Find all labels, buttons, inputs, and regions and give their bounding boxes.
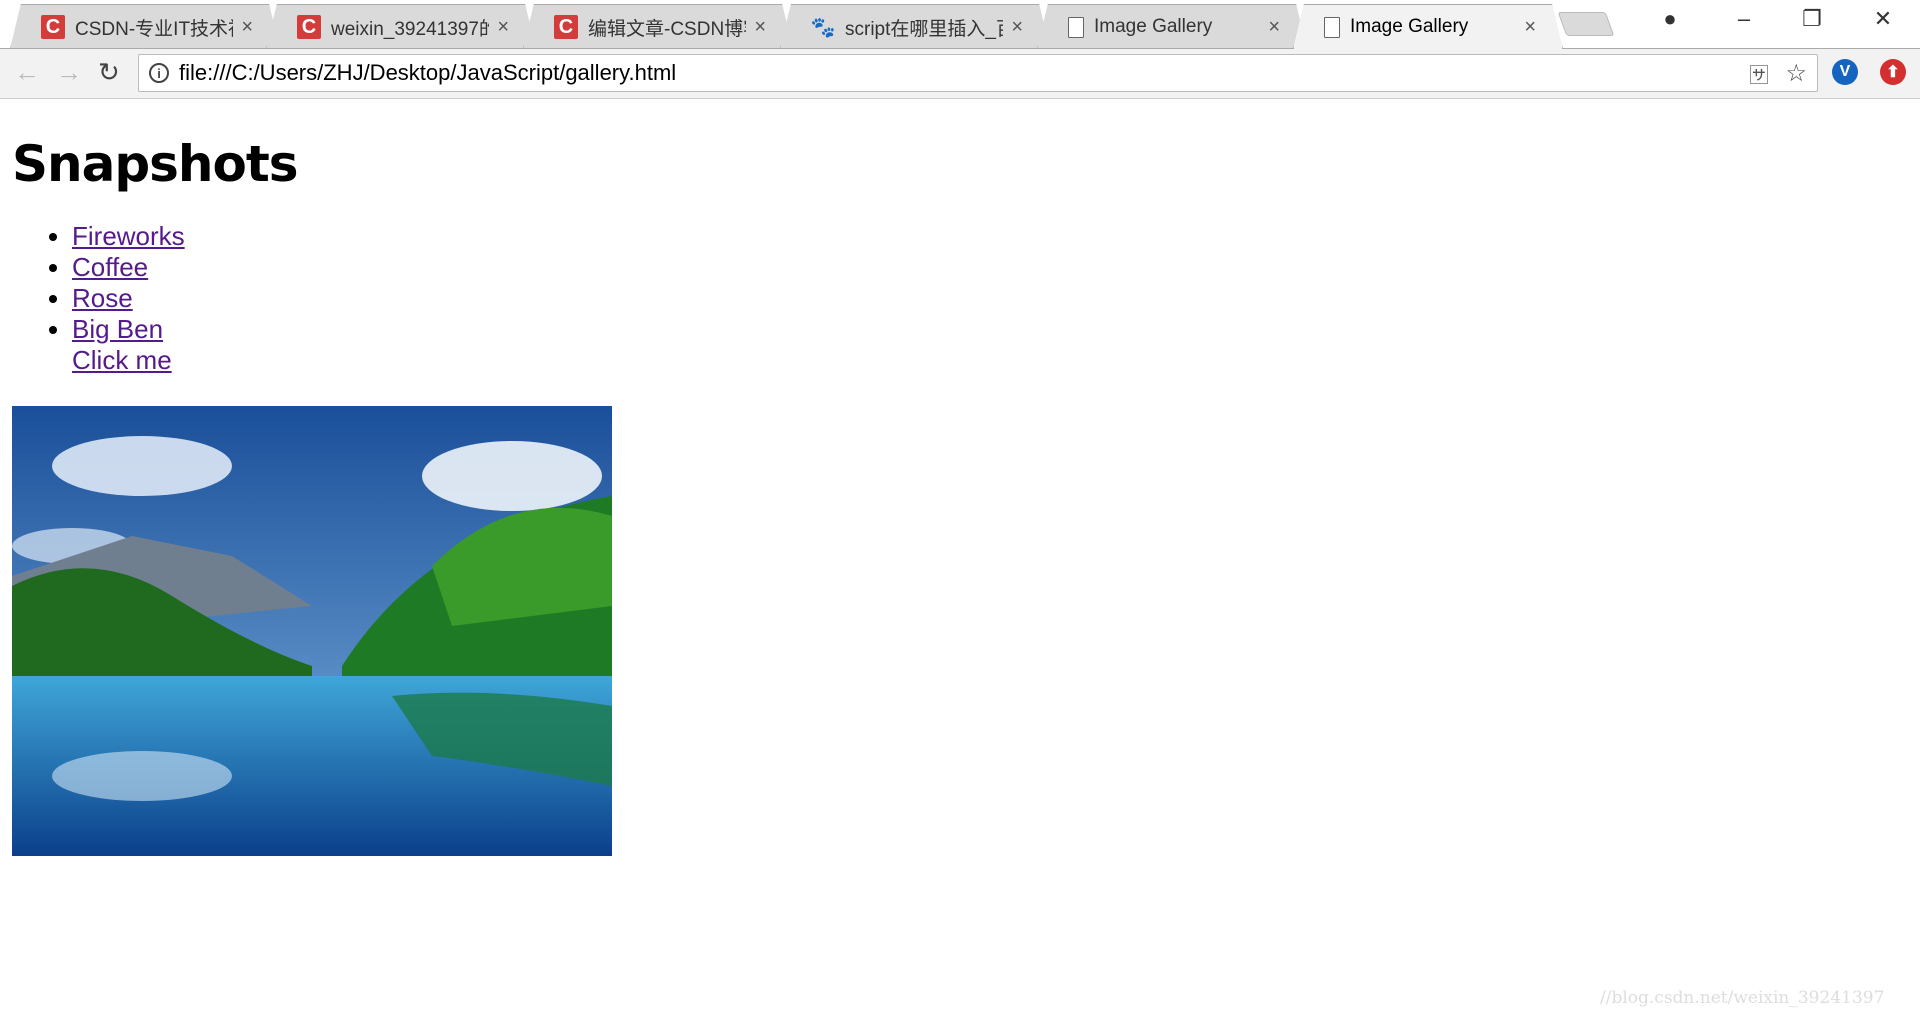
close-icon[interactable]: × bbox=[754, 16, 766, 39]
tab-strip: C CSDN-专业IT技术社 × Cweixin_39241397的 × C 编辑文章-… bbox=[0, 0, 1920, 49]
translate-icon[interactable]: 🈂 bbox=[1749, 59, 1769, 88]
link-fireworks[interactable]: Fireworks bbox=[72, 221, 185, 251]
tab-title: 编辑文章-CSDN博客 bbox=[588, 18, 747, 40]
close-icon[interactable]: × bbox=[497, 16, 509, 39]
close-icon[interactable]: × bbox=[1011, 16, 1023, 39]
tab-title: Image Gallery bbox=[1094, 16, 1213, 37]
tab-title: Image Gallery bbox=[1350, 16, 1469, 37]
page-title: Snapshots bbox=[12, 135, 299, 193]
page-icon bbox=[1324, 17, 1340, 38]
minimize-button[interactable]: – bbox=[1724, 6, 1764, 32]
address-bar[interactable]: i file:///C:/Users/ZHJ/Desktop/JavaScrip… bbox=[138, 54, 1818, 92]
link-rose[interactable]: Rose bbox=[72, 283, 133, 313]
back-icon[interactable]: ← bbox=[14, 57, 40, 88]
tab-csdn[interactable]: C CSDN-专业IT技术社 × bbox=[10, 4, 280, 49]
profile-icon[interactable]: ● bbox=[1650, 6, 1690, 32]
tab-edit-article[interactable]: C 编辑文章-CSDN博客 × bbox=[523, 4, 793, 49]
star-icon[interactable]: ☆ bbox=[1785, 59, 1807, 88]
close-icon[interactable]: × bbox=[1268, 16, 1280, 39]
link-coffee[interactable]: Coffee bbox=[72, 252, 148, 282]
gallery-list: Fireworks Coffee Rose Big Ben bbox=[12, 221, 1908, 345]
url-text: file:///C:/Users/ZHJ/Desktop/JavaScript/… bbox=[179, 60, 677, 85]
tab-title: script在哪里插入_百 bbox=[845, 18, 1004, 40]
baidu-icon: 🐾 bbox=[810, 16, 836, 39]
link-big-ben[interactable]: Big Ben bbox=[72, 314, 163, 344]
reload-icon[interactable]: ↻ bbox=[98, 57, 120, 88]
tab-image-gallery[interactable]: Image Gallery × bbox=[1037, 4, 1307, 49]
extension-upload-icon[interactable]: ⬆ bbox=[1880, 59, 1906, 85]
csdn-icon: C bbox=[554, 15, 578, 39]
tab-image-gallery-active[interactable]: Image Gallery × bbox=[1293, 4, 1563, 49]
click-me-link[interactable]: Click me bbox=[72, 345, 1908, 376]
close-icon[interactable]: × bbox=[241, 16, 253, 39]
close-window-button[interactable]: ✕ bbox=[1863, 6, 1903, 32]
list-item: Fireworks bbox=[72, 221, 1908, 252]
csdn-icon: C bbox=[41, 15, 65, 39]
tab-title: CSDN-专业IT技术社 bbox=[75, 18, 234, 40]
list-item: Big Ben bbox=[72, 314, 1908, 345]
new-tab-button[interactable] bbox=[1557, 12, 1615, 36]
info-icon[interactable]: i bbox=[149, 63, 169, 83]
page-icon bbox=[1068, 17, 1084, 38]
watermark: //blog.csdn.net/weixin_39241397 bbox=[1600, 988, 1885, 1008]
list-item: Rose bbox=[72, 283, 1908, 314]
restore-button[interactable]: ❐ bbox=[1792, 6, 1832, 32]
placeholder-image bbox=[12, 406, 612, 856]
extension-v-icon[interactable]: V bbox=[1832, 59, 1858, 85]
close-icon[interactable]: × bbox=[1524, 16, 1536, 39]
toolbar: ← → ↻ i file:///C:/Users/ZHJ/Desktop/Jav… bbox=[0, 48, 1920, 99]
forward-icon[interactable]: → bbox=[56, 57, 82, 88]
tab-baidu[interactable]: 🐾 script在哪里插入_百 × bbox=[780, 4, 1050, 49]
tab-title: weixin_39241397的 bbox=[331, 18, 490, 40]
csdn-icon: C bbox=[297, 15, 321, 39]
tab-weixin[interactable]: Cweixin_39241397的 × bbox=[266, 4, 536, 49]
list-item: Coffee bbox=[72, 252, 1908, 283]
